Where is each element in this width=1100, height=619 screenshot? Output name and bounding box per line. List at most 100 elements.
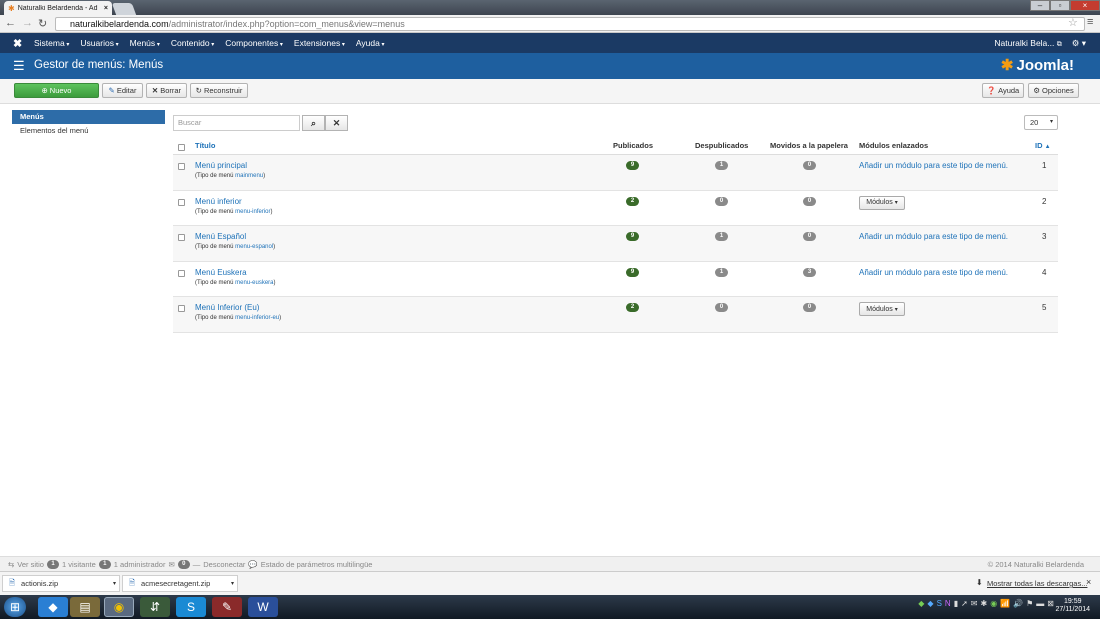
trashed-badge[interactable]: 0 — [803, 303, 816, 312]
ftp-taskbar-icon[interactable]: ⇵ — [140, 597, 170, 617]
published-badge[interactable]: 2 — [626, 303, 639, 312]
edit-button[interactable]: ✎ Editar — [102, 83, 143, 98]
download-item[interactable]: 🗎 actionis.zip ▾ — [2, 575, 120, 592]
show-all-downloads-link[interactable]: Mostrar todas las descargas... — [987, 579, 1087, 588]
chrome-taskbar-icon[interactable]: ◉ — [104, 597, 134, 617]
tray-message-icon[interactable]: ▬ — [1036, 599, 1044, 608]
download-item[interactable]: 🗎 acmesecretagent.zip ▾ — [122, 575, 238, 592]
tray-nvidia-icon[interactable]: ◉ — [990, 599, 997, 608]
tray-arrow-icon[interactable]: ➚ — [961, 599, 968, 608]
user-gear-icon[interactable]: ⚙ ▾ — [1072, 38, 1086, 49]
site-link[interactable]: Naturalki Bela... ⧉ — [994, 38, 1061, 49]
flag-icon[interactable]: ⚑ — [1026, 599, 1033, 608]
menu-title-link[interactable]: Menú Euskera — [195, 268, 247, 277]
sidebar-item-menu-items[interactable]: Elementos del menú — [12, 124, 165, 138]
search-input[interactable]: Buscar — [173, 115, 300, 131]
delete-button[interactable]: ✕ Borrar — [146, 83, 187, 98]
explorer-taskbar-icon[interactable]: ▤ — [70, 597, 100, 617]
window-close-icon[interactable]: × — [1070, 0, 1100, 11]
back-arrow-icon[interactable]: ← — [5, 17, 16, 29]
multilang-status-link[interactable]: Estado de parámetros multilingüe — [261, 560, 373, 569]
volume-icon[interactable]: 🔊 — [1013, 599, 1023, 608]
published-badge[interactable]: 9 — [626, 232, 639, 241]
tray-onenote-icon[interactable]: N — [945, 599, 951, 608]
unpublished-badge[interactable]: 1 — [715, 161, 728, 170]
menu-contenido[interactable]: Contenido — [171, 38, 214, 48]
published-badge[interactable]: 2 — [626, 196, 639, 206]
chevron-down-icon[interactable]: ▾ — [231, 580, 237, 587]
url-input[interactable]: naturalkibelardenda.com/administrator/in… — [55, 17, 1085, 31]
tray-app-icon[interactable]: ◆ — [918, 599, 924, 608]
browser-tab[interactable]: ✱ Naturalki Belardenda - Ad × — [4, 1, 112, 15]
trashed-badge[interactable]: 3 — [803, 267, 816, 277]
published-badge[interactable]: 9 — [626, 161, 639, 170]
start-button[interactable]: ⊞ — [4, 597, 26, 617]
tray-skype-icon[interactable]: S — [937, 599, 942, 608]
bookmark-star-icon[interactable]: ☆ — [1068, 16, 1078, 29]
joomla-logo-icon[interactable]: ✖ — [13, 37, 22, 50]
menu-title-link[interactable]: Menú Español — [195, 232, 246, 241]
modules-dropdown-button[interactable]: Módulos ▾ — [859, 302, 905, 316]
trashed-badge[interactable]: 0 — [803, 161, 816, 170]
chrome-menu-icon[interactable]: ≡ — [1087, 16, 1093, 28]
maximize-icon[interactable]: ▫ — [1050, 0, 1070, 11]
tray-network-icon[interactable]: ▮ — [954, 599, 958, 608]
add-module-link[interactable]: Añadir un módulo para este tipo de menú. — [859, 232, 1008, 241]
new-tab-button[interactable] — [111, 3, 137, 15]
row-checkbox[interactable] — [178, 234, 185, 241]
menu-title-link[interactable]: Menú inferior — [195, 197, 242, 206]
menu-usuarios[interactable]: Usuarios — [80, 38, 118, 48]
select-all-checkbox[interactable] — [178, 144, 185, 151]
unpublished-badge[interactable]: 0 — [715, 196, 728, 206]
published-badge[interactable]: 9 — [626, 267, 639, 277]
header-id-sort[interactable]: ID ▲ — [1035, 141, 1051, 150]
unpublished-badge[interactable]: 0 — [715, 303, 728, 312]
new-button[interactable]: ⊕ Nuevo — [14, 83, 99, 98]
options-button[interactable]: ⚙ Opciones — [1028, 83, 1079, 98]
unpublished-badge[interactable]: 1 — [715, 267, 728, 277]
skype-taskbar-icon[interactable]: S — [176, 597, 206, 617]
menu-extensiones[interactable]: Extensiones — [294, 38, 345, 48]
add-module-link[interactable]: Añadir un módulo para este tipo de menú. — [859, 161, 1008, 170]
add-module-link[interactable]: Añadir un módulo para este tipo de menú. — [859, 268, 1008, 277]
filezilla-taskbar-icon[interactable]: ✎ — [212, 597, 242, 617]
search-button[interactable]: ⌕ — [302, 115, 325, 131]
rebuild-button[interactable]: ↻ Reconstruir — [190, 83, 248, 98]
menu-componentes[interactable]: Componentes — [225, 38, 283, 48]
unpublished-badge[interactable]: 1 — [715, 232, 728, 241]
row-checkbox[interactable] — [178, 163, 185, 170]
tab-close-icon[interactable]: × — [104, 5, 108, 12]
tray-dropbox-icon[interactable]: ◆ — [927, 599, 933, 608]
menu-sistema[interactable]: Sistema — [34, 38, 69, 48]
signal-icon[interactable]: 📶 — [1000, 599, 1010, 608]
menu-title-link[interactable]: Menú Inferior (Eu) — [195, 303, 259, 312]
clear-search-button[interactable]: ✕ — [325, 115, 348, 131]
row-checkbox[interactable] — [178, 269, 185, 277]
modules-dropdown-button[interactable]: Módulos ▾ — [859, 195, 905, 210]
tray-mail-icon[interactable]: ✉ — [971, 599, 978, 608]
tray-app2-icon[interactable]: ✱ — [981, 599, 988, 608]
menu-menus[interactable]: Menús — [130, 38, 160, 48]
menu-title-link[interactable]: Menú principal — [195, 161, 247, 170]
minimize-icon[interactable]: – — [1030, 0, 1050, 11]
tray-app3-icon[interactable]: ⊠ — [1047, 599, 1054, 608]
sidebar-item-menus[interactable]: Menús — [12, 110, 165, 124]
reload-icon[interactable]: ↻ — [38, 17, 47, 30]
system-clock[interactable]: 19:59 27/11/2014 — [1055, 598, 1090, 614]
chevron-down-icon[interactable]: ▾ — [113, 580, 119, 587]
row-checkbox[interactable] — [178, 198, 185, 206]
header-title[interactable]: Título — [195, 141, 215, 150]
trashed-badge[interactable]: 0 — [803, 196, 816, 206]
view-site-link[interactable]: Ver sitio — [17, 560, 44, 569]
row-checkbox[interactable] — [178, 305, 185, 312]
dropbox-taskbar-icon[interactable]: ◆ — [38, 597, 68, 617]
word-taskbar-icon[interactable]: W — [248, 597, 278, 617]
logout-link[interactable]: Desconectar — [203, 560, 245, 569]
menu-ayuda[interactable]: Ayuda — [356, 38, 385, 48]
help-button[interactable]: ❓ Ayuda — [982, 83, 1024, 98]
trashed-badge[interactable]: 0 — [803, 232, 816, 241]
close-shelf-icon[interactable]: × — [1086, 577, 1091, 587]
list-limit-select[interactable]: 20 ▾ — [1024, 115, 1058, 130]
forward-arrow-icon[interactable]: → — [22, 17, 33, 29]
messages-count-badge[interactable]: 0 — [177, 560, 190, 569]
